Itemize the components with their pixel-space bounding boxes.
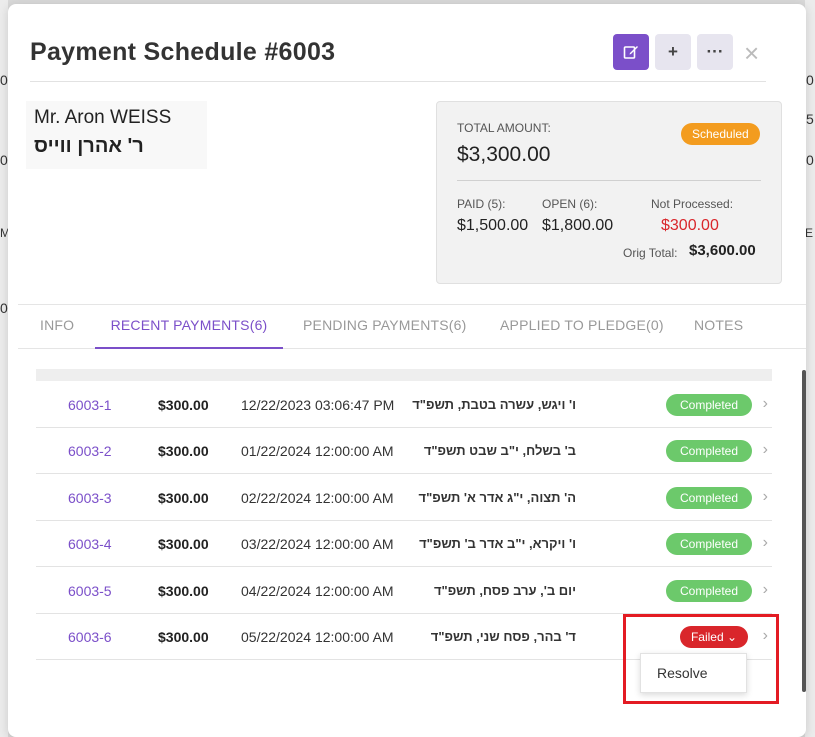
payment-hebrew-date: יום ב', ערב פסח, תשפ"ד: [433, 583, 576, 598]
background-fragment: E: [805, 226, 814, 240]
donor-name: Mr. Aron WEISS: [34, 107, 172, 128]
table-header: [36, 369, 772, 381]
edit-button[interactable]: [613, 34, 649, 70]
paid-label: PAID (5):: [457, 197, 506, 211]
payment-hebrew-date: ב' בשלח, י"ב שבט תשפ"ד: [423, 443, 576, 458]
payment-hebrew-date: ו' ויגש, עשרה בטבת, תשפ"ד: [412, 397, 576, 412]
background-fragment: 0: [806, 152, 814, 168]
not-processed-value: $300.00: [661, 217, 719, 234]
payment-amount: $300.00: [158, 629, 209, 645]
scrollbar[interactable]: [802, 370, 806, 692]
tab-recent-payments[interactable]: RECENT PAYMENTS(6): [95, 305, 283, 349]
payment-id-link[interactable]: 6003-5: [68, 583, 112, 599]
payment-date: 12/22/2023 03:06:47 PM: [241, 397, 395, 413]
background-fragment: 0: [806, 72, 814, 88]
table-row[interactable]: 6003-2 $300.00 01/22/2024 12:00:00 AM ב'…: [36, 428, 772, 474]
payment-hebrew-date: ו' ויקרא, י"ב אדר ב' תשפ"ד: [419, 536, 576, 551]
background-fragment: 5: [806, 111, 814, 127]
payment-date: 01/22/2024 12:00:00 AM: [241, 443, 394, 459]
payment-date: 04/22/2024 12:00:00 AM: [241, 583, 394, 599]
payment-schedule-modal: Payment Schedule #6003 + ··· × Mr. Aron …: [8, 4, 806, 737]
modal-header: Payment Schedule #6003 + ··· ×: [30, 32, 766, 82]
chevron-right-icon[interactable]: ›: [763, 441, 768, 459]
table-row[interactable]: 6003-1 $300.00 12/22/2023 03:06:47 PM ו'…: [36, 382, 772, 428]
payment-amount: $300.00: [158, 443, 209, 459]
payment-id-link[interactable]: 6003-2: [68, 443, 112, 459]
payment-id-link[interactable]: 6003-6: [68, 629, 112, 645]
paid-value: $1,500.00: [457, 217, 529, 234]
add-button[interactable]: +: [655, 34, 691, 70]
open-label: OPEN (6):: [542, 197, 598, 211]
chevron-right-icon[interactable]: ›: [763, 395, 768, 413]
status-badge: Completed: [666, 580, 752, 602]
payment-id-link[interactable]: 6003-3: [68, 490, 112, 506]
open-value: $1,800.00: [542, 217, 614, 234]
background-fragment: 0: [0, 300, 8, 316]
payment-date: 03/22/2024 12:00:00 AM: [241, 536, 394, 552]
tab-applied-to-pledge[interactable]: APPLIED TO PLEDGE(0): [500, 305, 664, 349]
payment-hebrew-date: ה' תצוה, י"ג אדר א' תשפ"ד: [418, 490, 576, 505]
payment-amount: $300.00: [158, 490, 209, 506]
status-badge: Completed: [666, 533, 752, 555]
orig-total-value: $3,600.00: [689, 242, 756, 259]
payment-amount: $300.00: [158, 397, 209, 413]
chevron-right-icon[interactable]: ›: [763, 488, 768, 506]
edit-icon: [623, 46, 638, 59]
payment-id-link[interactable]: 6003-4: [68, 536, 112, 552]
total-amount-label: TOTAL AMOUNT:: [457, 121, 551, 135]
table-row[interactable]: 6003-4 $300.00 03/22/2024 12:00:00 AM ו'…: [36, 521, 772, 567]
tab-pending-payments[interactable]: PENDING PAYMENTS(6): [303, 305, 467, 349]
divider: [457, 180, 761, 181]
table-row[interactable]: 6003-3 $300.00 02/22/2024 12:00:00 AM ה'…: [36, 475, 772, 521]
donor-hebrew-name: ר' אהרן ווייס: [34, 135, 144, 157]
payment-hebrew-date: ד' בהר, פסח שני, תשפ"ד: [430, 629, 576, 644]
tab-bar: INFO RECENT PAYMENTS(6) PENDING PAYMENTS…: [18, 304, 806, 349]
close-icon[interactable]: ×: [744, 40, 759, 66]
payment-date: 05/22/2024 12:00:00 AM: [241, 629, 394, 645]
chevron-right-icon[interactable]: ›: [763, 581, 768, 599]
payment-amount: $300.00: [158, 583, 209, 599]
tab-info[interactable]: INFO: [40, 305, 74, 349]
status-badge: Scheduled: [681, 123, 760, 145]
page-title: Payment Schedule #6003: [30, 38, 336, 66]
chevron-right-icon[interactable]: ›: [763, 534, 768, 552]
background-fragment: 0: [0, 72, 8, 88]
orig-total-label: Orig Total:: [623, 246, 678, 260]
table-row[interactable]: 6003-5 $300.00 04/22/2024 12:00:00 AM יו…: [36, 568, 772, 614]
background-page-left: [0, 0, 8, 737]
status-badge: Completed: [666, 394, 752, 416]
payment-amount: $300.00: [158, 536, 209, 552]
status-badge: Completed: [666, 487, 752, 509]
resolve-menu-item[interactable]: Resolve: [640, 653, 747, 693]
status-badge: Completed: [666, 440, 752, 462]
more-options-button[interactable]: ···: [697, 34, 733, 70]
tab-notes[interactable]: NOTES: [694, 305, 743, 349]
payment-date: 02/22/2024 12:00:00 AM: [241, 490, 394, 506]
payment-id-link[interactable]: 6003-1: [68, 397, 112, 413]
donor-card: Mr. Aron WEISS ר' אהרן ווייס: [26, 101, 207, 169]
not-processed-label: Not Processed:: [651, 197, 734, 211]
background-fragment: 0: [0, 152, 8, 168]
total-amount-value: $3,300.00: [457, 143, 551, 166]
payment-summary: TOTAL AMOUNT: $3,300.00 Scheduled PAID (…: [436, 101, 782, 284]
